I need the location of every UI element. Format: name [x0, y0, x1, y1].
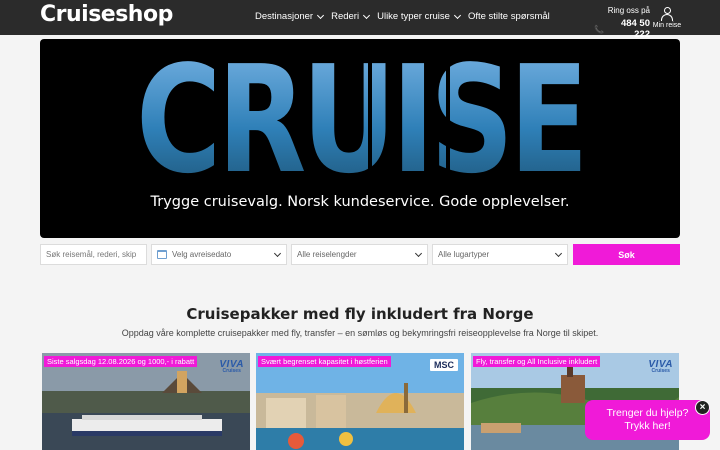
- departure-date-label: Velg avreisedato: [172, 250, 232, 259]
- site-header: Cruiseshop Destinasjoner Rederi Ulike ty…: [0, 0, 720, 40]
- phone-number: 484 50 222: [620, 18, 650, 40]
- hero-banner: CRUISE Trygge cruisevalg. Norsk kundeser…: [40, 39, 680, 238]
- search-field[interactable]: [40, 244, 147, 265]
- viva-cruises-logo: VIVA Cruises: [219, 359, 244, 374]
- chevron-down-icon: [414, 249, 423, 258]
- chevron-down-icon: [453, 11, 461, 19]
- search-bar: Velg avreisedato Alle reiselengder Alle …: [40, 244, 680, 265]
- call-label: Ring oss på: [607, 6, 650, 15]
- cabin-type-label: Alle lugartyper: [438, 250, 490, 259]
- hero-headline-graphic: CRUISE: [136, 53, 586, 177]
- search-button[interactable]: Søk: [573, 244, 680, 265]
- chat-help-bubble[interactable]: Trenger du hjelp? Trykk her!: [585, 400, 710, 440]
- phone-icon: 📞: [594, 24, 604, 34]
- trip-length-select[interactable]: Alle reiselengder: [291, 244, 428, 265]
- cruise-card[interactable]: Siste salgsdag 12.08.2026 og 1000,- i ra…: [42, 353, 250, 450]
- hero-headline: CRUISE: [136, 53, 584, 177]
- nav-label: Ofte stilte spørsmål: [467, 11, 550, 22]
- card-badge: Svært begrenset kapasitet i høstferien: [258, 356, 391, 367]
- main-nav: Destinasjoner Rederi Ulike typer cruise …: [255, 11, 550, 22]
- cabin-type-select[interactable]: Alle lugartyper: [432, 244, 568, 265]
- user-icon: [660, 7, 674, 21]
- trip-length-label: Alle reiselengder: [297, 250, 357, 259]
- chevron-down-icon: [317, 11, 325, 19]
- nav-label: Ulike typer cruise: [377, 11, 450, 22]
- section-subtitle: Oppdag våre komplette cruisepakker med f…: [121, 328, 599, 338]
- my-trip-link[interactable]: Min reise: [652, 7, 682, 29]
- card-badge: Fly, transfer og All Inclusive inkludert: [473, 356, 601, 367]
- close-icon[interactable]: ×: [695, 400, 710, 415]
- help-line-1: Trenger du hjelp?: [606, 407, 689, 419]
- cruise-card[interactable]: Svært begrenset kapasitet i høstferien M…: [256, 353, 464, 450]
- viva-cruises-logo: VIVA Cruises: [648, 359, 673, 374]
- calendar-icon: [157, 250, 167, 259]
- my-trip-label: Min reise: [652, 22, 682, 29]
- search-input[interactable]: [46, 250, 141, 259]
- chevron-down-icon: [363, 11, 371, 19]
- section-title: Cruisepakker med fly inkludert fra Norge: [186, 305, 534, 323]
- chevron-down-icon: [554, 249, 563, 258]
- call-us[interactable]: Ring oss på 📞 484 50 222: [594, 6, 650, 40]
- nav-faq[interactable]: Ofte stilte spørsmål: [468, 11, 550, 22]
- nav-label: Rederi: [331, 11, 360, 22]
- departure-date-select[interactable]: Velg avreisedato: [151, 244, 287, 265]
- chevron-down-icon: [273, 249, 282, 258]
- card-badge: Siste salgsdag 12.08.2026 og 1000,- i ra…: [44, 356, 198, 367]
- nav-destinasjoner[interactable]: Destinasjoner: [255, 11, 325, 22]
- nav-ulike-typer-cruise[interactable]: Ulike typer cruise: [377, 11, 461, 22]
- nav-rederi[interactable]: Rederi: [331, 11, 371, 22]
- help-line-2: Trykk her!: [624, 420, 671, 432]
- hero-tagline: Trygge cruisevalg. Norsk kundeservice. G…: [150, 194, 570, 210]
- nav-label: Destinasjoner: [255, 11, 314, 22]
- site-logo[interactable]: Cruiseshop: [40, 2, 173, 27]
- msc-cruises-logo: MSC: [430, 359, 458, 371]
